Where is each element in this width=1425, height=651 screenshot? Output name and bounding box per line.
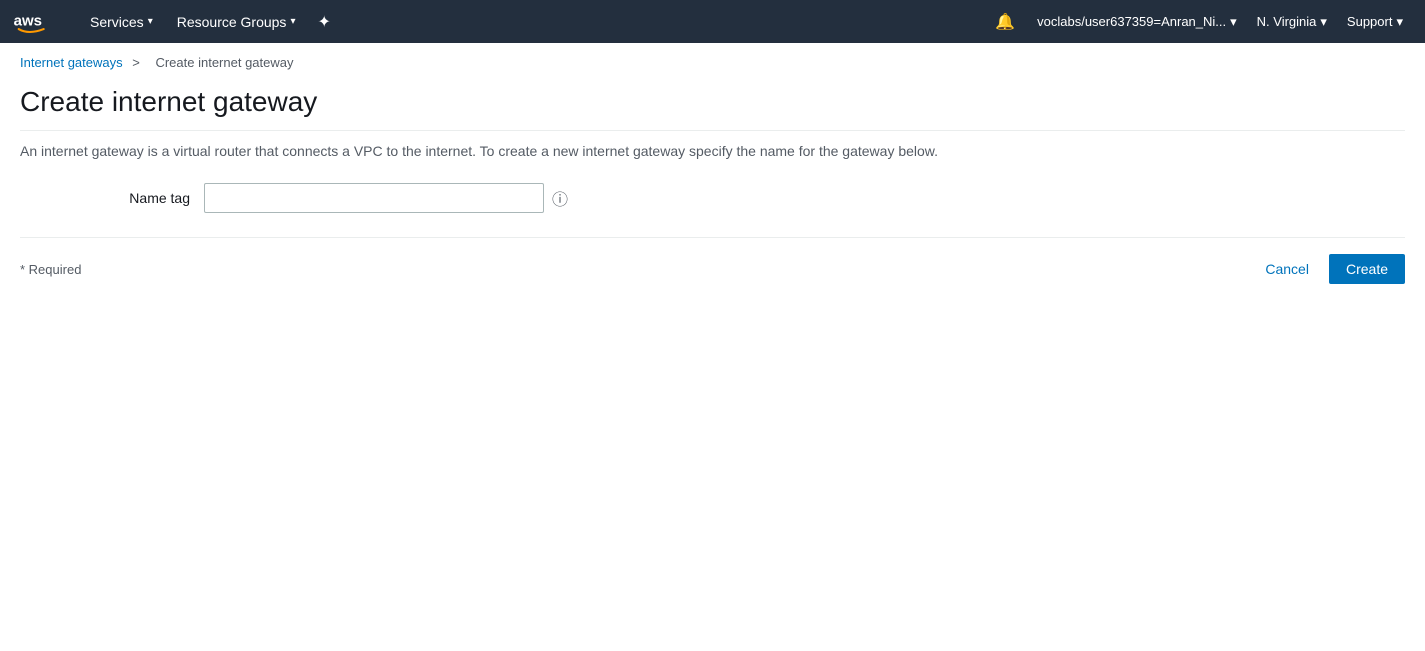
resource-groups-nav[interactable]: Resource Groups ▾ [165, 0, 308, 43]
services-chevron-icon: ▾ [148, 16, 153, 27]
breadcrumb-link[interactable]: Internet gateways [20, 55, 123, 70]
main-content: Create internet gateway An internet gate… [0, 76, 1425, 304]
info-icon[interactable]: ⓘ [552, 186, 568, 210]
svg-text:aws: aws [14, 12, 42, 29]
footer-buttons: Cancel Create [1253, 254, 1405, 284]
pin-icon: ✦ [317, 12, 330, 32]
region-menu[interactable]: N. Virginia ▾ [1247, 0, 1337, 43]
services-label: Services [90, 14, 144, 30]
cancel-button[interactable]: Cancel [1253, 255, 1321, 283]
required-note: * Required [20, 262, 81, 277]
notifications-bell[interactable]: 🔔 [983, 0, 1027, 43]
form-footer: * Required Cancel Create [20, 237, 1405, 284]
nav-right: 🔔 voclabs/user637359=Anran_Ni... ▾ N. Vi… [983, 0, 1413, 43]
top-nav: aws Services ▾ Resource Groups ▾ ✦ 🔔 voc… [0, 0, 1425, 43]
user-label: voclabs/user637359=Anran_Ni... [1037, 14, 1226, 29]
breadcrumb-current: Create internet gateway [155, 55, 293, 70]
user-chevron-icon: ▾ [1230, 14, 1237, 30]
name-tag-row: Name tag ⓘ [20, 183, 1405, 213]
create-button[interactable]: Create [1329, 254, 1405, 284]
page-description: An internet gateway is a virtual router … [20, 143, 1405, 159]
name-tag-input[interactable] [204, 183, 544, 213]
aws-logo[interactable]: aws [12, 7, 62, 37]
pin-nav[interactable]: ✦ [307, 0, 340, 43]
resource-groups-chevron-icon: ▾ [290, 16, 295, 27]
bell-icon: 🔔 [995, 12, 1015, 32]
name-tag-label: Name tag [100, 190, 190, 206]
services-nav[interactable]: Services ▾ [78, 0, 165, 43]
user-menu[interactable]: voclabs/user637359=Anran_Ni... ▾ [1027, 0, 1247, 43]
region-label: N. Virginia [1257, 14, 1317, 29]
support-label: Support [1347, 14, 1393, 29]
support-chevron-icon: ▾ [1396, 14, 1403, 30]
page-title: Create internet gateway [20, 86, 1405, 131]
breadcrumb: Internet gateways > Create internet gate… [0, 43, 1425, 76]
breadcrumb-separator: > [132, 55, 140, 70]
resource-groups-label: Resource Groups [177, 14, 287, 30]
region-chevron-icon: ▾ [1320, 14, 1327, 30]
support-menu[interactable]: Support ▾ [1337, 0, 1413, 43]
